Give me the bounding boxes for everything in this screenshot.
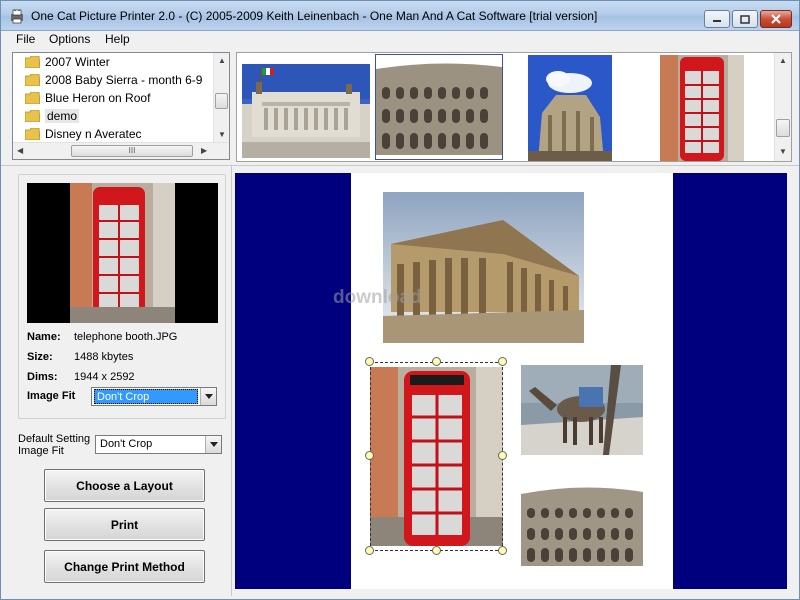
photo-donkey[interactable]	[521, 365, 643, 455]
scroll-up-icon[interactable]: ▲	[218, 56, 226, 65]
maximize-icon	[740, 14, 750, 24]
folder-item[interactable]: Disney n Averatec	[25, 125, 142, 143]
folder-item[interactable]: 2007 Winter	[25, 53, 110, 71]
menu-options[interactable]: Options	[49, 32, 90, 46]
selection-box[interactable]	[370, 362, 503, 551]
print-preview-area[interactable]: download	[235, 173, 787, 589]
minimize-icon	[713, 20, 721, 22]
minimize-button[interactable]	[704, 10, 730, 28]
folder-icon	[25, 128, 40, 140]
close-icon	[771, 14, 781, 24]
horizontal-divider[interactable]	[1, 165, 799, 166]
print-button[interactable]: Print	[44, 508, 205, 541]
size-value: 1488 kbytes	[74, 351, 134, 363]
folder-label: Disney n Averatec	[45, 127, 142, 141]
name-value: telephone booth.JPG	[74, 331, 178, 343]
folder-label: 2008 Baby Sierra - month 6-9	[45, 73, 203, 87]
dims-value: 1944 x 2592	[74, 371, 135, 383]
thumbnail-colosseum-selected[interactable]	[375, 54, 503, 160]
resize-handle[interactable]	[365, 451, 374, 460]
maximize-button[interactable]	[732, 10, 758, 28]
default-image-fit-select[interactable]: Don't Crop	[95, 435, 222, 454]
close-button[interactable]	[760, 10, 792, 28]
default-image-fit-value: Don't Crop	[100, 438, 153, 450]
tree-vertical-scrollbar[interactable]: ▲ ▼	[213, 53, 229, 143]
cat-printer-icon	[11, 9, 23, 24]
photo-parthenon[interactable]	[383, 192, 584, 343]
change-print-method-button[interactable]: Change Print Method	[44, 550, 205, 583]
dims-label: Dims:	[27, 371, 58, 383]
print-page[interactable]	[351, 173, 673, 589]
thumbnail-temple-ruin[interactable]	[528, 55, 612, 161]
selected-image-preview	[27, 183, 218, 323]
scroll-up-icon[interactable]: ▲	[779, 56, 787, 65]
photo-colosseum[interactable]	[521, 478, 643, 569]
resize-handle[interactable]	[498, 451, 507, 460]
image-fit-value: Don't Crop	[94, 389, 198, 404]
menu-bar: File Options Help	[1, 31, 799, 49]
resize-handle[interactable]	[498, 546, 507, 555]
file-info-panel: Name: telephone booth.JPG Size: 1488 kby…	[18, 174, 226, 419]
scroll-thumb[interactable]	[776, 119, 790, 137]
dropdown-arrow-icon[interactable]	[200, 388, 216, 405]
default-setting-label: Default Setting Image Fit	[18, 433, 91, 457]
menu-help[interactable]: Help	[105, 32, 130, 46]
folder-icon	[25, 56, 40, 68]
name-label: Name:	[27, 331, 61, 343]
image-fit-select[interactable]: Don't Crop	[91, 387, 217, 406]
folder-item-selected[interactable]: demo	[25, 107, 80, 125]
folder-item[interactable]: Blue Heron on Roof	[25, 89, 150, 107]
thumbnail-vittoriano[interactable]	[242, 64, 370, 158]
folder-item[interactable]: 2008 Baby Sierra - month 6-9	[25, 71, 202, 89]
resize-handle[interactable]	[365, 546, 374, 555]
scroll-left-icon[interactable]: ◀	[17, 146, 23, 155]
folder-label: Blue Heron on Roof	[45, 91, 151, 105]
folder-icon	[25, 110, 40, 122]
choose-layout-button[interactable]: Choose a Layout	[44, 469, 205, 502]
size-label: Size:	[27, 351, 53, 363]
tree-horizontal-scrollbar[interactable]: ◀ III ▶	[13, 142, 229, 159]
folder-icon	[25, 92, 40, 104]
folder-label: demo	[45, 109, 80, 123]
scroll-down-icon[interactable]: ▼	[218, 130, 226, 139]
dropdown-arrow-icon[interactable]	[205, 436, 221, 453]
scroll-down-icon[interactable]: ▼	[779, 147, 787, 156]
vertical-divider[interactable]	[231, 166, 232, 596]
folder-label: 2007 Winter	[45, 55, 110, 69]
scroll-thumb[interactable]	[215, 93, 228, 109]
resize-handle[interactable]	[365, 357, 374, 366]
strip-vertical-scrollbar[interactable]: ▲ ▼	[774, 53, 791, 161]
folder-tree[interactable]: 2007 Winter 2008 Baby Sierra - month 6-9…	[12, 52, 230, 160]
image-fit-label: Image Fit	[27, 390, 76, 402]
resize-handle[interactable]	[498, 357, 507, 366]
folder-icon	[25, 74, 40, 86]
download-watermark: download	[333, 287, 422, 308]
scroll-thumb[interactable]: III	[71, 145, 193, 157]
scroll-right-icon[interactable]: ▶	[201, 146, 207, 155]
title-bar[interactable]: One Cat Picture Printer 2.0 - (C) 2005-2…	[1, 1, 799, 31]
menu-file[interactable]: File	[16, 32, 35, 46]
app-window: One Cat Picture Printer 2.0 - (C) 2005-2…	[0, 0, 800, 600]
resize-handle[interactable]	[432, 357, 441, 366]
thumbnail-strip[interactable]: ▲ ▼	[236, 52, 792, 162]
window-title: One Cat Picture Printer 2.0 - (C) 2005-2…	[31, 9, 598, 23]
resize-handle[interactable]	[432, 546, 441, 555]
thumbnail-telephone-booth[interactable]	[660, 55, 744, 161]
